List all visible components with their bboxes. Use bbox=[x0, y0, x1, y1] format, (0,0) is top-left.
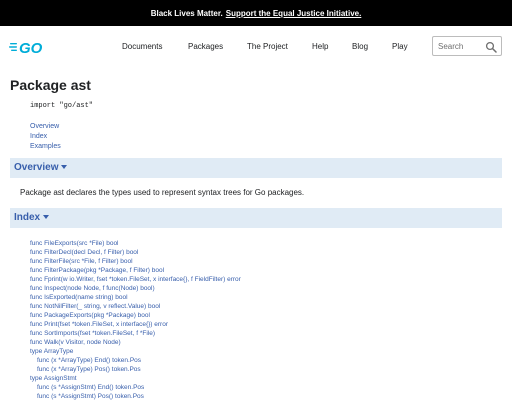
announcement-banner: Black Lives Matter. Support the Equal Ju… bbox=[0, 0, 512, 26]
nav-documents[interactable]: Documents bbox=[122, 42, 162, 51]
nav-blog[interactable]: Blog bbox=[352, 42, 368, 51]
index-entry-link[interactable]: func FilterDecl(decl Decl, f Filter) boo… bbox=[30, 248, 241, 257]
index-entry-link[interactable]: func SortImports(fset *token.FileSet, f … bbox=[30, 329, 241, 338]
overview-section-header[interactable]: Overview bbox=[10, 158, 502, 178]
import-statement: import "go/ast" bbox=[30, 102, 94, 110]
search-box bbox=[432, 36, 502, 56]
overview-description: Package ast declares the types used to r… bbox=[20, 188, 305, 197]
index-entry-link[interactable]: type AssignStmt bbox=[30, 374, 241, 383]
banner-text: Black Lives Matter. bbox=[150, 8, 223, 18]
index-entry-link[interactable]: func Fprint(w io.Writer, fset *token.Fil… bbox=[30, 275, 241, 284]
index-entry-link[interactable]: func NotNilFilter(_ string, v reflect.Va… bbox=[30, 302, 241, 311]
banner-link[interactable]: Support the Equal Justice Initiative. bbox=[226, 9, 362, 18]
index-heading: Index bbox=[14, 212, 50, 223]
nav-the-project[interactable]: The Project bbox=[247, 42, 288, 51]
index-method-link[interactable]: func (x *ArrayType) End() token.Pos bbox=[30, 356, 241, 365]
index-entry-link[interactable]: func FileExports(src *File) bool bbox=[30, 239, 241, 248]
index-entry-link[interactable]: type ArrayType bbox=[30, 347, 241, 356]
nav-play[interactable]: Play bbox=[392, 42, 408, 51]
nav-packages[interactable]: Packages bbox=[188, 42, 223, 51]
caret-down-icon bbox=[61, 165, 68, 169]
toc-overview-link[interactable]: Overview bbox=[30, 122, 61, 132]
site-header: GO Documents Packages The Project Help B… bbox=[0, 26, 512, 68]
index-entry-link[interactable]: func FilterPackage(pkg *Package, f Filte… bbox=[30, 266, 241, 275]
index-section-header[interactable]: Index bbox=[10, 208, 502, 228]
index-entry-link[interactable]: func Print(fset *token.FileSet, x interf… bbox=[30, 320, 241, 329]
index-method-link[interactable]: func (s *AssignStmt) End() token.Pos bbox=[30, 383, 241, 392]
go-logo[interactable]: GO bbox=[9, 38, 53, 56]
logo-text: GO bbox=[19, 40, 43, 56]
index-entry-link[interactable]: func Inspect(node Node, f func(Node) boo… bbox=[30, 284, 241, 293]
index-heading-text: Index bbox=[14, 212, 41, 223]
overview-heading-text: Overview bbox=[14, 162, 59, 173]
index-list: func FileExports(src *File) bool func Fil… bbox=[30, 239, 241, 400]
caret-down-icon bbox=[43, 215, 50, 219]
index-entry-link[interactable]: func FilterFile(src *File, f Filter) boo… bbox=[30, 257, 241, 266]
index-entry-link[interactable]: func PackageExports(pkg *Package) bool bbox=[30, 311, 241, 320]
overview-heading: Overview bbox=[14, 162, 68, 173]
search-icon[interactable] bbox=[485, 41, 497, 53]
nav-help[interactable]: Help bbox=[312, 42, 328, 51]
index-entry-link[interactable]: func Walk(v Visitor, node Node) bbox=[30, 338, 241, 347]
page-title: Package ast bbox=[10, 77, 91, 93]
search-input[interactable] bbox=[438, 41, 488, 52]
toc-index-link[interactable]: Index bbox=[30, 132, 61, 142]
index-method-link[interactable]: func (x *ArrayType) Pos() token.Pos bbox=[30, 365, 241, 374]
index-method-link[interactable]: func (s *AssignStmt) Pos() token.Pos bbox=[30, 392, 241, 400]
toc-examples-link[interactable]: Examples bbox=[30, 142, 61, 152]
table-of-contents: Overview Index Examples bbox=[30, 122, 61, 152]
index-entry-link[interactable]: func IsExported(name string) bool bbox=[30, 293, 241, 302]
